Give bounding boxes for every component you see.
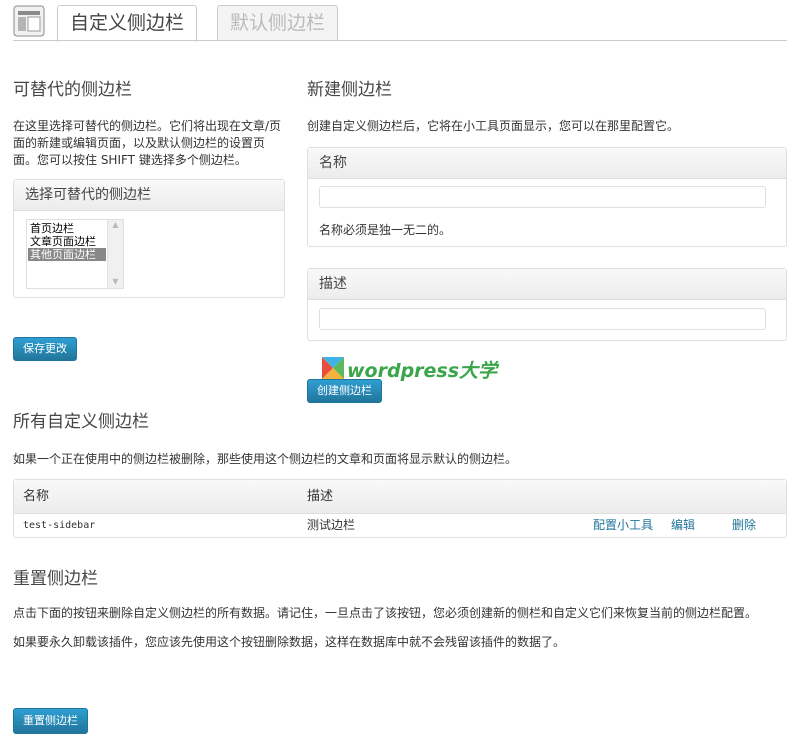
replaceable-desc: 在这里选择可替代的侧边栏。它们将出现在文章/页面的新建或编辑页面，以及默认侧边栏… (13, 119, 282, 167)
name-input[interactable] (319, 186, 766, 208)
create-sidebar-button[interactable]: 创建侧边栏 (307, 379, 382, 403)
reset-desc-1: 点击下面的按钮来删除自定义侧边栏的所有数据。请记住，一旦点击了该按钮，您必须创建… (13, 606, 758, 620)
save-changes-button[interactable]: 保存更改 (13, 337, 77, 361)
option-post-sidebar[interactable]: 文章页面边栏 (28, 235, 106, 248)
configure-widgets-link[interactable]: 配置小工具 (593, 514, 653, 537)
edit-link[interactable]: 编辑 (671, 514, 695, 537)
scroll-down-icon[interactable]: ▼ (108, 277, 123, 286)
delete-link[interactable]: 删除 (732, 514, 756, 537)
option-other-sidebar[interactable]: 其他页面边栏 (28, 248, 106, 261)
tabs-divider (13, 40, 787, 41)
wordpress-daxue-logo-icon (322, 357, 344, 379)
reset-title: 重置侧边栏 (13, 569, 98, 589)
description-input[interactable] (319, 308, 766, 330)
tab-default-sidebars[interactable]: 默认侧边栏 (217, 5, 339, 40)
description-box: 描述 (307, 268, 787, 341)
table-header: 名称 描述 (14, 480, 786, 514)
scroll-up-icon[interactable]: ▲ (108, 220, 123, 229)
column-name: 名称 (23, 489, 50, 504)
new-sidebar-desc: 创建自定义侧边栏后，它将在小工具页面显示，您可以在那里配置它。 (307, 119, 680, 133)
page-layout-icon (13, 5, 45, 37)
option-home-sidebar[interactable]: 首页边栏 (28, 222, 106, 235)
name-label: 名称 (308, 148, 786, 179)
table-row: test-sidebar 测试边栏 配置小工具 编辑 删除 (14, 514, 786, 537)
replaceable-title: 可替代的侧边栏 (13, 80, 132, 100)
new-sidebar-title: 新建侧边栏 (307, 80, 392, 100)
reset-desc-2: 如果要永久卸载该插件，您应该先使用这个按钮删除数据，这样在数据库中就不会残留该插… (13, 635, 566, 649)
reset-sidebars-button[interactable]: 重置侧边栏 (13, 708, 88, 734)
row-description: 测试边栏 (307, 518, 356, 532)
tab-custom-sidebars[interactable]: 自定义侧边栏 (57, 5, 198, 42)
sidebars-table: 名称 描述 test-sidebar 测试边栏 配置小工具 编辑 删除 (13, 479, 787, 538)
all-sidebars-desc: 如果一个正在使用中的侧边栏被删除，那些使用这个侧边栏的文章和页面将显示默认的侧边… (13, 452, 518, 466)
row-name: test-sidebar (23, 520, 96, 531)
name-box: 名称 名称必须是独一无二的。 (307, 147, 787, 247)
description-label: 描述 (308, 269, 786, 300)
column-description: 描述 (307, 489, 334, 504)
all-sidebars-title: 所有自定义侧边栏 (13, 412, 149, 432)
name-hint: 名称必须是独一无二的。 (319, 223, 452, 237)
replaceable-box-title: 选择可替代的侧边栏 (14, 180, 284, 211)
replaceable-box: 选择可替代的侧边栏 首页边栏 文章页面边栏 其他页面边栏 ▲ ▼ (13, 179, 285, 298)
sidebar-select-list[interactable]: 首页边栏 文章页面边栏 其他页面边栏 ▲ ▼ (26, 219, 124, 289)
list-scrollbar[interactable]: ▲ ▼ (107, 220, 123, 288)
